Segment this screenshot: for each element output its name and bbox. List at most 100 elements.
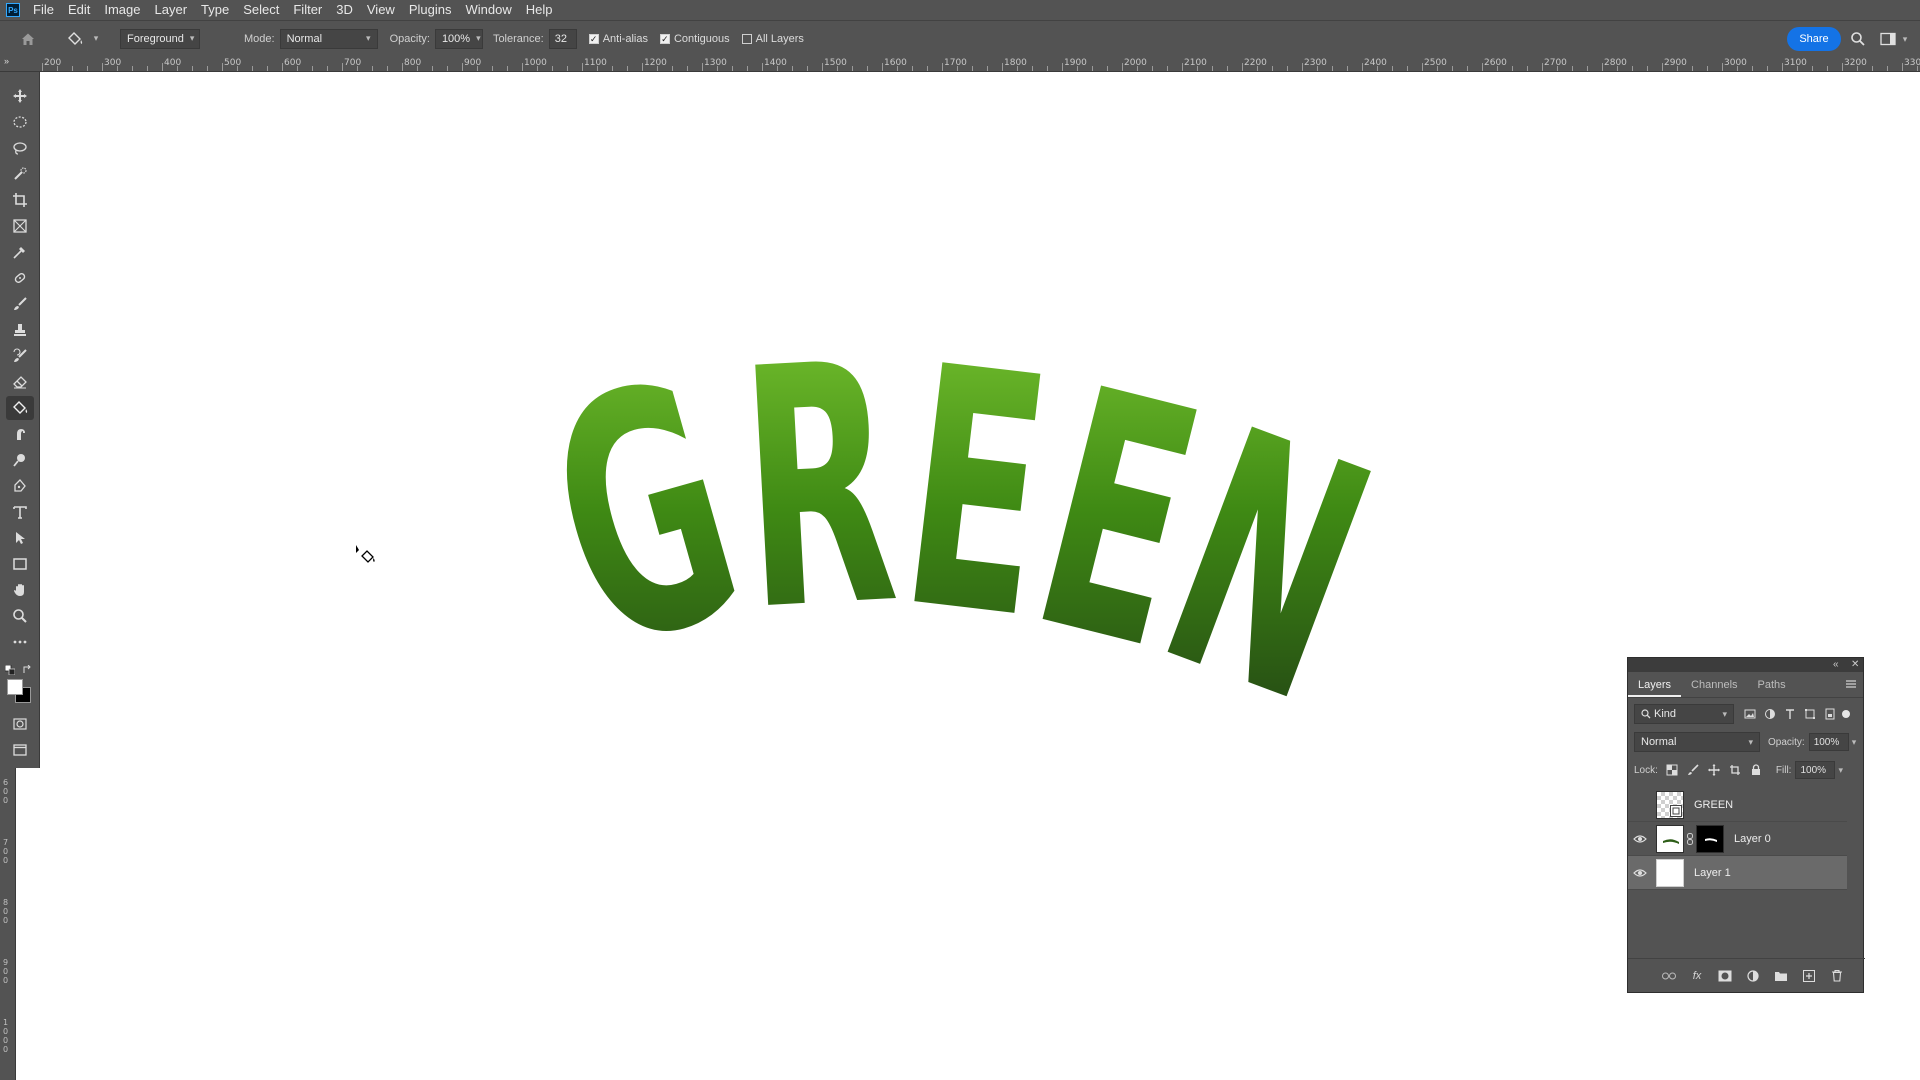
layer-row-layer-0[interactable]: Layer 0 [1628, 822, 1847, 856]
share-button[interactable]: Share [1787, 27, 1841, 51]
swap-colors-icon[interactable] [23, 662, 33, 673]
lock-position-icon[interactable] [1707, 764, 1720, 776]
ruler-minor-tick [1572, 66, 1573, 71]
anti-alias-checkbox[interactable]: ✓ [588, 33, 599, 44]
menu-select[interactable]: Select [236, 0, 286, 20]
panel-menu-icon[interactable] [1845, 679, 1857, 692]
anti-alias-option[interactable]: ✓ Anti-alias [588, 33, 648, 45]
add-mask-icon[interactable] [1717, 968, 1733, 984]
tab-channels[interactable]: Channels [1681, 673, 1747, 697]
hand-tool-icon[interactable] [6, 578, 34, 602]
smudge-tool-icon[interactable] [6, 422, 34, 446]
smart-object-filter-icon[interactable] [1824, 708, 1836, 720]
layer-style-fx-icon[interactable]: fx [1689, 968, 1705, 984]
quick-mask-icon[interactable] [6, 712, 34, 736]
ruler-minor-tick [1092, 66, 1093, 71]
fill-source-select[interactable]: Foreground ▾ [120, 28, 200, 49]
lock-all-icon[interactable] [1750, 764, 1762, 776]
move-tool-icon[interactable] [6, 84, 34, 108]
eyedropper-tool-icon[interactable] [6, 240, 34, 264]
menu-layer[interactable]: Layer [148, 0, 195, 20]
horizontal-ruler[interactable]: 200 300 400 500 600 700 800 900 1000 1100 1200 1300… [0, 56, 1920, 72]
pen-tool-icon[interactable] [6, 474, 34, 498]
path-selection-tool-icon[interactable] [6, 526, 34, 550]
workspace-icon[interactable] [1878, 29, 1898, 49]
history-brush-tool-icon[interactable] [6, 344, 34, 368]
all-layers-checkbox[interactable] [741, 33, 752, 44]
menu-plugins[interactable]: Plugins [402, 0, 459, 20]
menu-edit[interactable]: Edit [61, 0, 97, 20]
chevron-down-icon[interactable]: ▾ [1898, 29, 1912, 49]
fill-field[interactable]: 100% [1795, 761, 1836, 779]
screen-mode-icon[interactable] [6, 738, 34, 762]
ruler-minor-tick [1212, 66, 1213, 71]
contiguous-option[interactable]: ✓ Contiguous [659, 33, 730, 45]
layer-row-green[interactable]: GREEN [1628, 788, 1847, 822]
type-tool-icon[interactable] [6, 500, 34, 524]
ruler-minor-tick [1752, 66, 1753, 71]
menu-filter[interactable]: Filter [286, 0, 329, 20]
adjustment-layer-icon[interactable] [1745, 968, 1761, 984]
menu-view[interactable]: View [360, 0, 402, 20]
mode-select[interactable]: Normal ▾ [279, 28, 378, 49]
menu-image[interactable]: Image [97, 0, 147, 20]
menu-help[interactable]: Help [519, 0, 560, 20]
healing-brush-tool-icon[interactable] [6, 266, 34, 290]
layer-mask-thumbnail[interactable] [1696, 824, 1724, 853]
menu-file[interactable]: File [26, 0, 61, 20]
new-layer-icon[interactable] [1801, 968, 1817, 984]
lock-transparent-icon[interactable] [1666, 764, 1678, 776]
tolerance-input[interactable]: 32 [548, 28, 577, 49]
adjustment-filter-icon[interactable] [1764, 708, 1776, 720]
default-colors-icon[interactable] [4, 662, 16, 676]
lock-pixels-icon[interactable] [1687, 764, 1699, 776]
layer-opacity-field[interactable]: 100% [1808, 733, 1849, 751]
eye-icon[interactable] [1628, 856, 1652, 890]
paint-bucket-tool-icon[interactable] [6, 396, 34, 420]
eraser-tool-icon[interactable] [6, 370, 34, 394]
link-layers-icon[interactable] [1661, 968, 1677, 984]
all-layers-option[interactable]: All Layers [741, 33, 804, 45]
brush-tool-icon[interactable] [6, 292, 34, 316]
contiguous-checkbox[interactable]: ✓ [659, 33, 670, 44]
more-tools-icon[interactable] [6, 630, 34, 654]
rectangle-tool-icon[interactable] [6, 552, 34, 576]
chevron-down-icon[interactable]: ▾ [1838, 765, 1843, 776]
opacity-field[interactable]: 100% ▾ [434, 28, 483, 49]
layer-row-layer-1[interactable]: Layer 1 [1628, 856, 1847, 890]
ruler-major-tick [222, 63, 223, 71]
tab-layers[interactable]: Layers [1628, 673, 1682, 697]
new-group-icon[interactable] [1773, 968, 1789, 984]
tab-paths[interactable]: Paths [1748, 673, 1796, 697]
pixel-filter-icon[interactable] [1744, 708, 1756, 720]
zoom-tool-icon[interactable] [6, 604, 34, 628]
search-icon[interactable] [1848, 29, 1868, 49]
crop-tool-icon[interactable] [6, 188, 34, 212]
foreground-color-swatch[interactable] [7, 679, 23, 695]
filter-toggle[interactable] [1842, 710, 1850, 718]
menu-3d[interactable]: 3D [329, 0, 360, 20]
shape-filter-icon[interactable] [1804, 708, 1816, 720]
tool-preset-picker[interactable]: ▾ [62, 25, 102, 53]
type-filter-icon[interactable] [1784, 708, 1796, 720]
close-panel-icon[interactable]: ✕ [1851, 658, 1859, 672]
elliptical-marquee-tool-icon[interactable] [6, 110, 34, 134]
delete-layer-icon[interactable] [1829, 968, 1845, 984]
lock-artboard-icon[interactable] [1729, 764, 1741, 776]
link-icon[interactable] [1685, 825, 1695, 853]
collapse-toolbar-icon[interactable]: » [4, 56, 9, 66]
blend-mode-select[interactable]: Normal ▾ [1634, 732, 1760, 752]
quick-selection-tool-icon[interactable] [6, 162, 34, 186]
clone-stamp-tool-icon[interactable] [6, 318, 34, 342]
menu-type[interactable]: Type [194, 0, 236, 20]
home-icon[interactable] [12, 25, 44, 53]
chevron-down-icon[interactable]: ▾ [1852, 737, 1857, 748]
eye-icon[interactable] [1628, 822, 1652, 856]
frame-tool-icon[interactable] [6, 214, 34, 238]
collapse-panel-icon[interactable]: « [1833, 658, 1839, 672]
menu-window[interactable]: Window [458, 0, 518, 20]
lasso-tool-icon[interactable] [6, 136, 34, 160]
kind-filter-select[interactable]: Kind ▾ [1634, 704, 1734, 724]
dodge-tool-icon[interactable] [6, 448, 34, 472]
visibility-toggle-off[interactable] [1628, 788, 1652, 822]
